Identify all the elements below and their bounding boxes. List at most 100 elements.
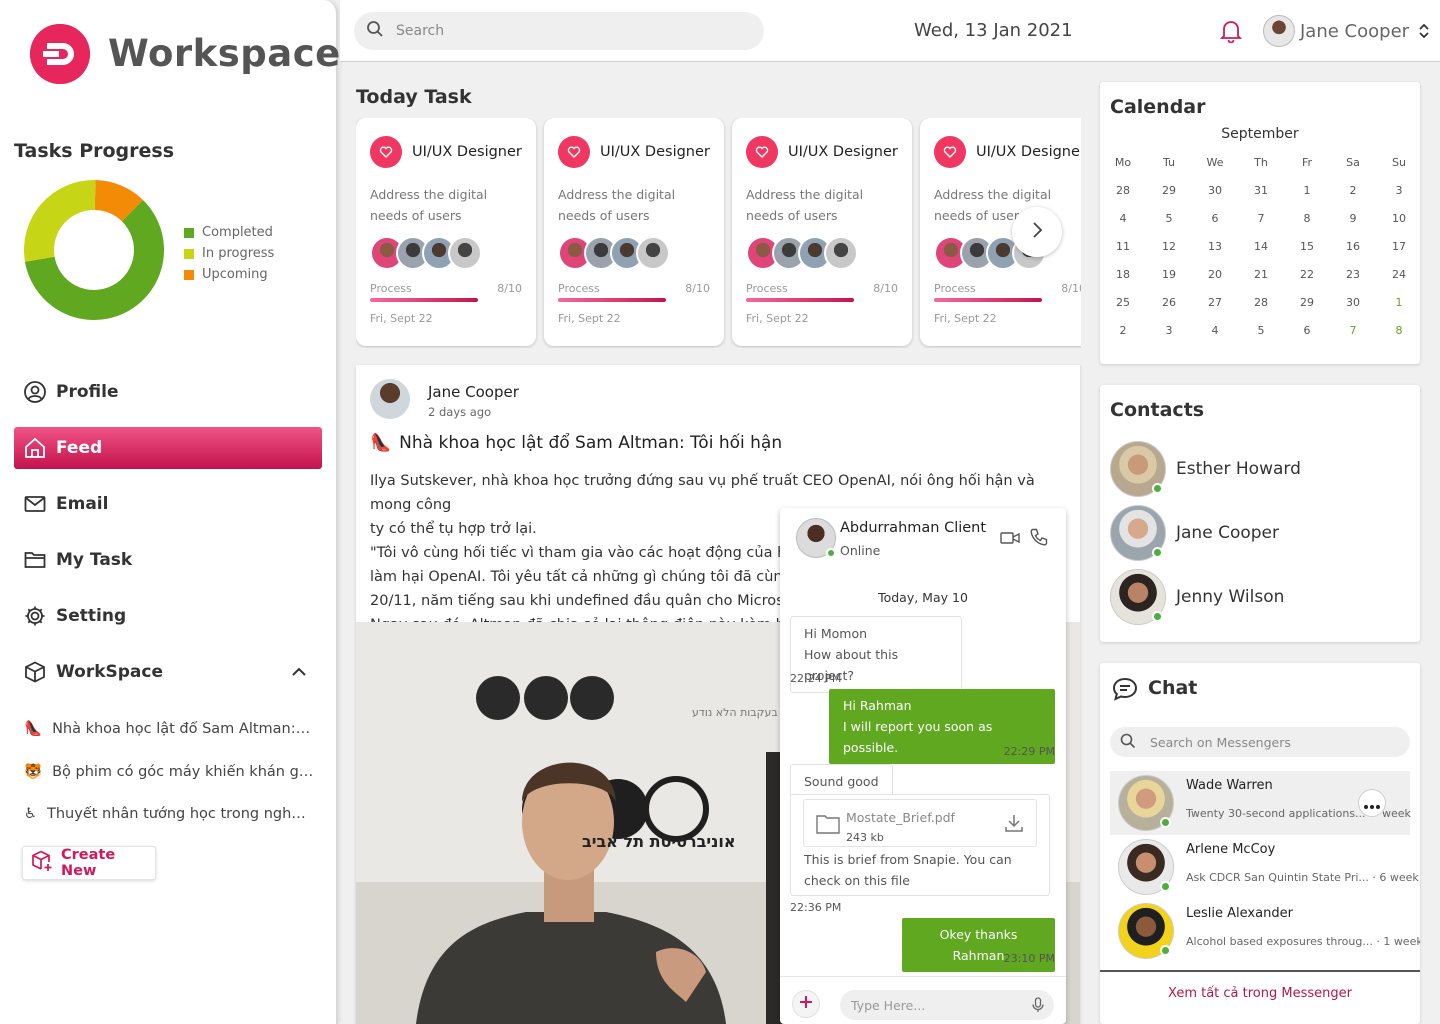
message-time: 22:24 PM — [790, 672, 842, 685]
messenger-search-input[interactable]: Search on Messengers — [1110, 727, 1410, 757]
calendar-day[interactable]: 29 — [1284, 296, 1330, 309]
calendar-day[interactable]: 2 — [1100, 324, 1146, 337]
calendar-day[interactable]: 1 — [1376, 296, 1422, 309]
calendar-day[interactable]: 31 — [1238, 184, 1284, 197]
chat-contact-avatar[interactable] — [796, 518, 836, 558]
see-all-messenger-link[interactable]: Xem tất cả trong Messenger — [1100, 986, 1420, 1001]
calendar-day[interactable]: 8 — [1284, 212, 1330, 225]
process-bar — [558, 298, 666, 302]
calendar-day[interactable]: 4 — [1100, 212, 1146, 225]
microphone-icon[interactable] — [1032, 997, 1044, 1016]
nav-feed[interactable]: Feed — [14, 427, 322, 469]
task-card[interactable]: UI/UX Designer Address the digital needs… — [732, 118, 912, 346]
calendar-day[interactable]: 10 — [1376, 212, 1422, 225]
carousel-next-button[interactable] — [1012, 207, 1062, 257]
calendar-day[interactable]: 8 — [1376, 324, 1422, 337]
calendar-day[interactable]: 18 — [1100, 268, 1146, 281]
calendar-day[interactable]: 28 — [1100, 184, 1146, 197]
nav-my-task[interactable]: My Task — [14, 539, 322, 581]
contact-item[interactable]: Jenny Wilson — [1110, 569, 1284, 625]
calendar-day[interactable]: 15 — [1284, 240, 1330, 253]
calendar-day[interactable]: 20 — [1192, 268, 1238, 281]
nav-email[interactable]: Email — [14, 483, 322, 525]
chevron-updown-icon[interactable] — [1418, 22, 1430, 44]
chat-thread-text: Leslie Alexander Alcohol based exposures… — [1186, 899, 1420, 963]
calendar-day[interactable]: 28 — [1238, 296, 1284, 309]
calendar-day[interactable]: 29 — [1146, 184, 1192, 197]
process-label: Process — [934, 282, 976, 295]
calendar-title: Calendar — [1110, 96, 1206, 118]
legend-label: Completed — [202, 225, 273, 240]
calendar-day[interactable]: 30 — [1192, 184, 1238, 197]
task-date: Fri, Sept 22 — [370, 312, 433, 325]
tasks-progress-title: Tasks Progress — [14, 140, 175, 162]
calendar-day[interactable]: 24 — [1376, 268, 1422, 281]
post-author-avatar[interactable] — [370, 379, 410, 419]
calendar-day[interactable]: 23 — [1330, 268, 1376, 281]
add-attachment-button[interactable] — [792, 990, 820, 1018]
chat-thread[interactable]: Leslie Alexander Alcohol based exposures… — [1110, 899, 1420, 963]
nav-profile[interactable]: Profile — [14, 371, 322, 413]
file-card[interactable]: Mostate_Brief.pdf 243 kb — [803, 799, 1037, 847]
calendar-day[interactable]: 22 — [1284, 268, 1330, 281]
more-options-button[interactable] — [1358, 789, 1386, 817]
calendar-day[interactable]: 5 — [1146, 212, 1192, 225]
calendar-day[interactable]: 17 — [1376, 240, 1422, 253]
online-indicator — [1152, 483, 1163, 494]
bell-icon[interactable] — [1219, 19, 1243, 47]
nav-workspace[interactable]: WorkSpace — [14, 651, 322, 693]
calendar-day[interactable]: 26 — [1146, 296, 1192, 309]
calendar-weekday: Sa — [1346, 156, 1360, 169]
workspace-logo-icon[interactable] — [30, 24, 90, 84]
post-author[interactable]: Jane Cooper — [428, 383, 519, 401]
calendar-day[interactable]: 11 — [1100, 240, 1146, 253]
chevron-right-icon — [1029, 220, 1045, 244]
search-icon — [1120, 733, 1136, 752]
message-input[interactable]: Type Here... — [840, 990, 1054, 1020]
workspace-item[interactable]: 🐯 Bộ phim có góc máy khiến khán giả... — [24, 763, 324, 781]
contact-item[interactable]: Esther Howard — [1110, 441, 1301, 497]
calendar-day[interactable]: 14 — [1238, 240, 1284, 253]
calendar-day[interactable]: 1 — [1284, 184, 1330, 197]
task-description: Address the digital needs of users — [370, 187, 488, 223]
calendar-day[interactable]: 12 — [1146, 240, 1192, 253]
calendar-day[interactable]: 7 — [1238, 212, 1284, 225]
calendar-month[interactable]: September — [1100, 126, 1420, 142]
calendar-day[interactable]: 16 — [1330, 240, 1376, 253]
calendar-day[interactable]: 6 — [1284, 324, 1330, 337]
download-icon[interactable] — [1004, 813, 1024, 839]
chat-thread[interactable]: Arlene McCoy Ask CDCR San Quintin State … — [1110, 835, 1419, 899]
calendar-day[interactable]: 3 — [1146, 324, 1192, 337]
workspace-item[interactable]: 👠 Nhà khoa học lật đổ Sam Altman: Tô... — [24, 720, 324, 738]
calendar-day[interactable]: 21 — [1238, 268, 1284, 281]
user-name[interactable]: Jane Cooper — [1300, 21, 1409, 42]
chat-thread[interactable]: Wade Warren Twenty 30-second application… — [1110, 771, 1411, 835]
calendar-day[interactable]: 6 — [1192, 212, 1238, 225]
task-card[interactable]: UI/UX Designer Address the digital needs… — [544, 118, 724, 346]
calendar-day[interactable]: 9 — [1330, 212, 1376, 225]
calendar-day[interactable]: 25 — [1100, 296, 1146, 309]
calendar-day[interactable]: 3 — [1376, 184, 1422, 197]
calendar-day[interactable]: 13 — [1192, 240, 1238, 253]
video-call-icon[interactable] — [1000, 530, 1020, 550]
calendar-day[interactable]: 30 — [1330, 296, 1376, 309]
calendar-day[interactable]: 27 — [1192, 296, 1238, 309]
chevron-up-icon[interactable] — [290, 663, 308, 686]
task-card[interactable]: UI/UX Designer Address the digital needs… — [356, 118, 536, 346]
calendar-day[interactable]: 2 — [1330, 184, 1376, 197]
calendar-day[interactable]: 5 — [1238, 324, 1284, 337]
avatar — [636, 236, 670, 270]
user-avatar[interactable] — [1263, 15, 1295, 47]
phone-icon[interactable] — [1030, 528, 1048, 550]
calendar-day[interactable]: 4 — [1192, 324, 1238, 337]
calendar-day[interactable]: 7 — [1330, 324, 1376, 337]
nav-setting[interactable]: Setting — [14, 595, 322, 637]
contact-item[interactable]: Jane Cooper — [1110, 505, 1279, 561]
workspace-item[interactable]: ♿ Thuyết nhân tướng học trong nghiê... — [24, 806, 324, 822]
search-input[interactable]: Search — [354, 12, 764, 50]
calendar-day[interactable]: 19 — [1146, 268, 1192, 281]
chat-thread-preview: Ask CDCR San Quintin State Pri... · 6 we… — [1186, 871, 1419, 884]
create-new-button[interactable]: Create New — [22, 846, 156, 880]
online-indicator — [1160, 881, 1171, 892]
workspace-item-label: Thuyết nhân tướng học trong nghiê... — [47, 806, 309, 822]
